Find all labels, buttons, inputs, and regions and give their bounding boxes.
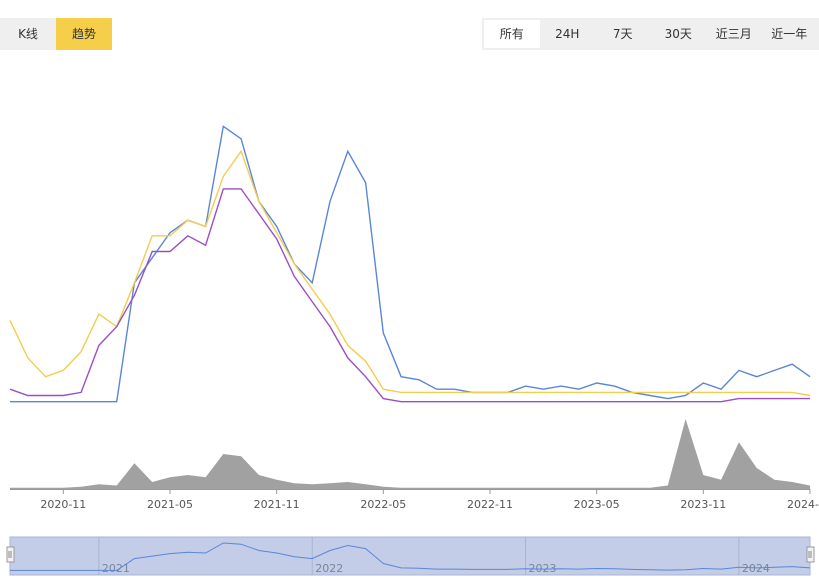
x-tick-label: 2022-05 bbox=[360, 498, 406, 511]
x-tick-label: 2021-05 bbox=[147, 498, 193, 511]
x-tick-label: 2024-05 bbox=[787, 498, 819, 511]
navigator-label: 2022 bbox=[315, 562, 343, 575]
x-tick-label: 2023-05 bbox=[574, 498, 620, 511]
x-tick-label: 2023-11 bbox=[680, 498, 726, 511]
navigator-label: 2024 bbox=[742, 562, 770, 575]
navigator-handle-right[interactable] bbox=[806, 546, 815, 563]
x-tick-label: 2021-11 bbox=[254, 498, 300, 511]
volume-area bbox=[10, 419, 810, 489]
series-line-2 bbox=[9, 149, 811, 397]
navigator-handle-left[interactable] bbox=[6, 546, 15, 563]
x-tick-label: 2020-11 bbox=[40, 498, 86, 511]
price-trend-chart: 2020-11 2021-05 2021-11 2022-05 2022-11 2023-… bbox=[6, 125, 819, 576]
series-line-1 bbox=[10, 125, 811, 403]
x-tick-label: 2022-11 bbox=[467, 498, 513, 511]
